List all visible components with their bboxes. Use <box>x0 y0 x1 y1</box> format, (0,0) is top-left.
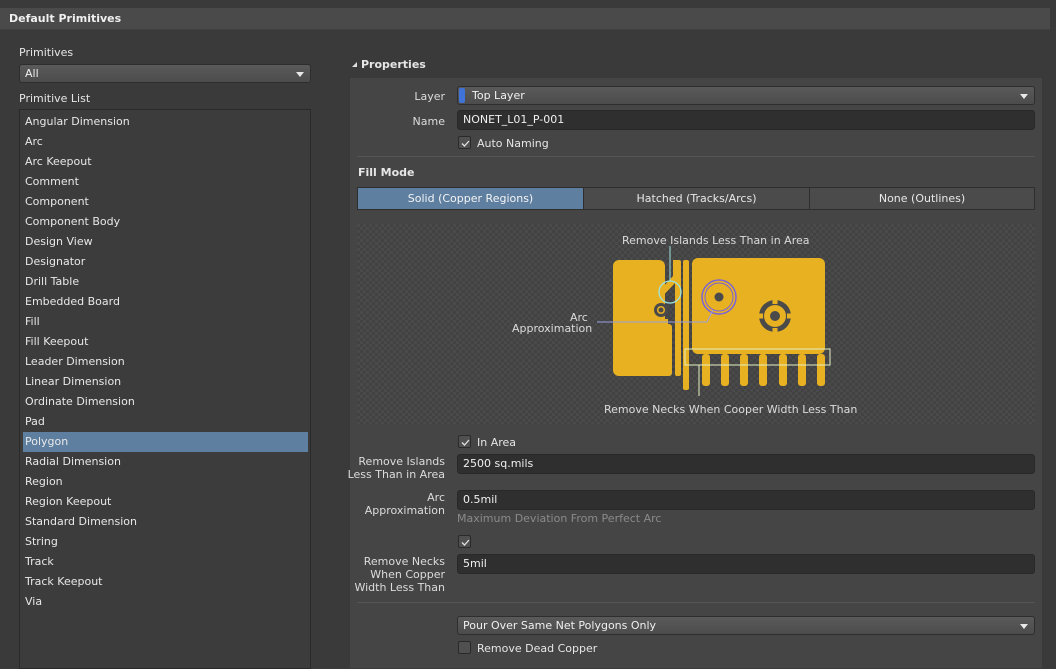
primitive-list-item[interactable]: Linear Dimension <box>23 372 308 392</box>
primitive-list-item[interactable]: Ordinate Dimension <box>23 392 308 412</box>
pour-over-value: Pour Over Same Net Polygons Only <box>463 619 657 632</box>
primitives-label: Primitives <box>19 46 74 59</box>
copper-bar-2 <box>683 260 689 390</box>
islands-caption: Remove Islands Less Than in Area <box>622 234 810 247</box>
primitives-dropdown[interactable]: All <box>19 64 311 83</box>
necks-label-line-3: Width Less Than <box>354 581 445 594</box>
necks-label-line-1: Remove Necks <box>363 555 445 568</box>
primitive-list-item[interactable]: Via <box>23 592 308 612</box>
primitive-list-item[interactable]: Fill Keepout <box>23 332 308 352</box>
in-area-checkbox[interactable] <box>458 435 471 448</box>
arc-hint: Maximum Deviation From Perfect Arc <box>457 512 662 525</box>
check-icon <box>461 439 470 446</box>
copper-bar-1 <box>675 260 681 376</box>
fill-mode-none-button[interactable]: None (Outlines) <box>809 187 1035 210</box>
pcb-illustration <box>597 246 831 396</box>
primitive-list-item[interactable]: Design View <box>23 232 308 252</box>
copper-pin <box>702 354 710 386</box>
copper-main-region <box>692 258 825 354</box>
necks-label-line-2: When Copper <box>370 568 445 581</box>
primitive-list-item[interactable]: Region Keepout <box>23 492 308 512</box>
remove-dead-copper-checkbox[interactable] <box>458 641 471 654</box>
primitive-list-item[interactable]: Polygon <box>23 432 308 452</box>
via-left-hole <box>658 307 664 313</box>
copper-pin <box>817 354 825 386</box>
primitive-list-item[interactable]: Arc <box>23 132 308 152</box>
auto-naming-label: Auto Naming <box>477 137 549 150</box>
chevron-down-icon <box>296 72 304 77</box>
primitive-list-item[interactable]: Standard Dimension <box>23 512 308 532</box>
necks-label: Remove Necks When Copper Width Less Than <box>340 555 445 594</box>
pour-over-dropdown[interactable]: Pour Over Same Net Polygons Only <box>457 616 1035 635</box>
properties-section-header[interactable]: Properties <box>352 58 426 71</box>
check-icon <box>461 140 470 147</box>
arc-caption-2: Approximation <box>512 322 593 335</box>
fill-mode-solid-button[interactable]: Solid (Copper Regions) <box>357 187 584 210</box>
islands-label-line-2: Less Than in Area <box>347 468 445 481</box>
fill-mode-title: Fill Mode <box>358 166 415 179</box>
primitive-list[interactable]: Angular Dimension Arc Arc Keepout Comment Co… <box>19 109 311 669</box>
copper-pin <box>721 354 729 386</box>
arc-label: Arc Approximation <box>340 491 445 517</box>
islands-input[interactable]: 2500 sq.mils <box>457 454 1035 474</box>
necks-input[interactable]: 5mil <box>457 554 1035 574</box>
collapse-triangle-icon <box>352 62 357 67</box>
primitive-list-item[interactable]: Radial Dimension <box>23 452 308 472</box>
arc-label-line-2: Approximation <box>364 504 445 517</box>
primitive-list-label: Primitive List <box>19 92 91 105</box>
in-area-label: In Area <box>477 436 517 449</box>
necks-checkbox[interactable] <box>458 535 471 548</box>
chevron-down-icon <box>1020 94 1028 99</box>
remove-dead-copper-label: Remove Dead Copper <box>477 642 598 655</box>
primitive-list-item[interactable]: String <box>23 532 308 552</box>
name-label: Name <box>412 115 445 128</box>
primitive-list-item[interactable]: Designator <box>23 252 308 272</box>
right-edge <box>1042 30 1056 663</box>
primitive-list-item[interactable]: Drill Table <box>23 272 308 292</box>
copper-pin <box>740 354 748 386</box>
arc-pad-hole <box>714 292 724 302</box>
primitives-value: All <box>25 67 39 80</box>
arc-label-line-1: Arc <box>427 491 445 504</box>
divider <box>357 602 1035 603</box>
layer-dropdown[interactable]: Top Layer <box>457 86 1035 105</box>
primitive-list-item[interactable]: Region <box>23 472 308 492</box>
section-title: Default Primitives <box>9 12 122 25</box>
fill-mode-preview: Remove Islands Less Than in Area Arc App… <box>357 224 1035 424</box>
islands-label: Remove Islands Less Than in Area <box>340 455 445 481</box>
copper-pin <box>779 354 787 386</box>
primitive-list-item[interactable]: Embedded Board <box>23 292 308 312</box>
section-header: Default Primitives <box>0 8 1050 30</box>
divider <box>357 156 1035 157</box>
name-input[interactable]: NONET_L01_P-001 <box>457 110 1035 130</box>
thermal-hole <box>770 311 780 321</box>
layer-label: Layer <box>414 90 445 103</box>
primitive-list-item[interactable]: Comment <box>23 172 308 192</box>
copper-pin <box>798 354 806 386</box>
fill-mode-hatched-button[interactable]: Hatched (Tracks/Arcs) <box>583 187 810 210</box>
primitive-list-item[interactable]: Track Keepout <box>23 572 308 592</box>
primitive-list-item[interactable]: Pad <box>23 412 308 432</box>
primitive-list-item[interactable]: Arc Keepout <box>23 152 308 172</box>
top-strip <box>0 0 1056 8</box>
check-icon <box>461 539 470 546</box>
primitive-list-item[interactable]: Component <box>23 192 308 212</box>
primitive-list-item[interactable]: Leader Dimension <box>23 352 308 372</box>
primitive-list-item[interactable]: Track <box>23 552 308 572</box>
islands-label-line-1: Remove Islands <box>358 455 445 468</box>
properties-title: Properties <box>361 58 426 71</box>
primitive-list-item[interactable]: Component Body <box>23 212 308 232</box>
chevron-down-icon <box>1020 624 1028 629</box>
layer-value: Top Layer <box>472 89 525 102</box>
copper-pin <box>759 354 767 386</box>
arc-approximation-input[interactable]: 0.5mil <box>457 490 1035 510</box>
auto-naming-checkbox[interactable] <box>458 136 471 149</box>
necks-caption: Remove Necks When Cooper Width Less Than <box>604 403 858 416</box>
layer-color-swatch <box>459 88 465 103</box>
copper-region-mid <box>652 324 672 376</box>
primitive-list-item[interactable]: Angular Dimension <box>23 112 308 132</box>
primitive-list-item[interactable]: Fill <box>23 312 308 332</box>
